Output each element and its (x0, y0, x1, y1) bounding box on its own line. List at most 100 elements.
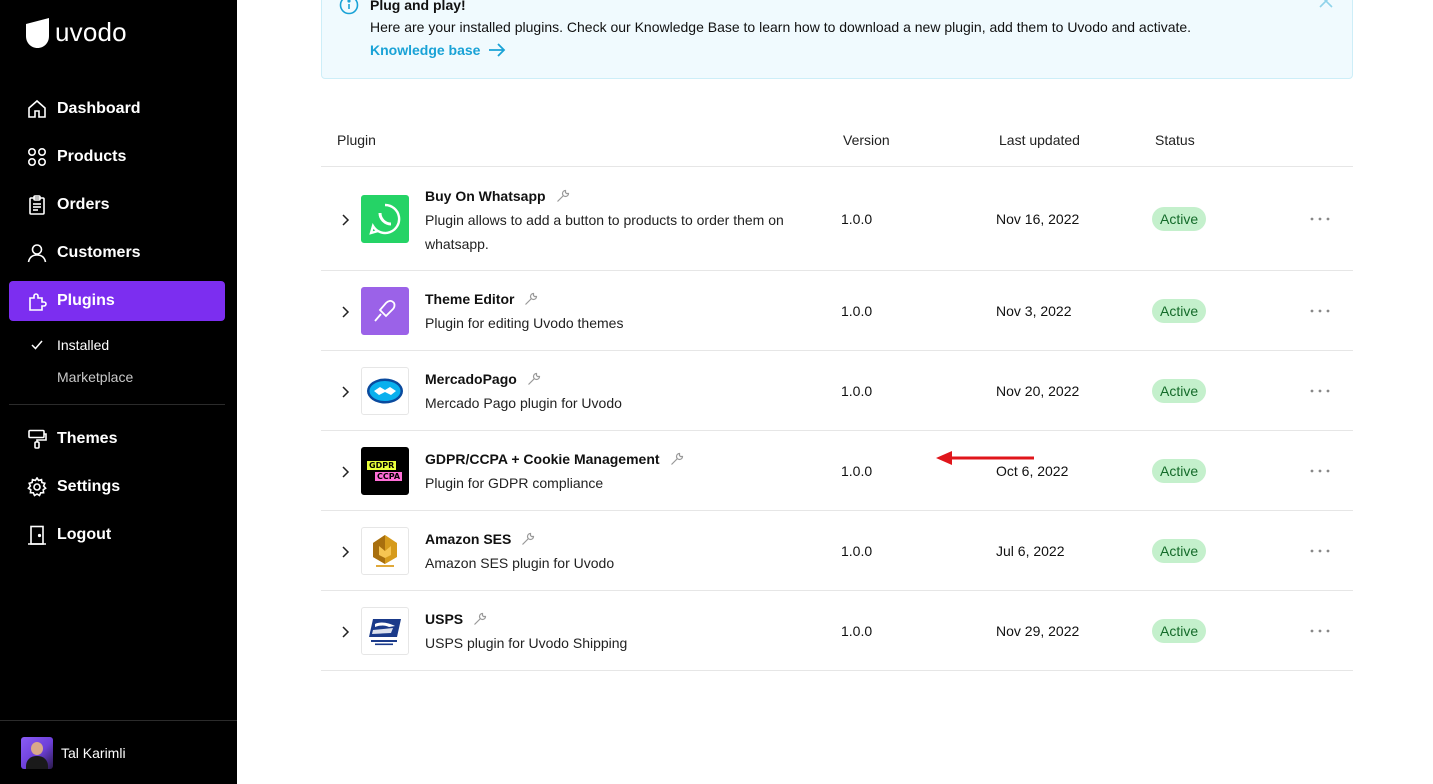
table-header: Plugin Version Last updated Status (321, 115, 1353, 167)
whatsapp-logo (361, 195, 409, 243)
more-options-icon[interactable] (1309, 214, 1331, 224)
user-profile[interactable]: Tal Karimli (0, 720, 237, 784)
status-badge: Active (1152, 459, 1207, 483)
plugin-version: 1.0.0 (841, 211, 873, 227)
nav-item-settings[interactable]: Settings (9, 467, 225, 507)
home-icon (26, 98, 48, 120)
chevron-right-icon[interactable] (339, 626, 351, 638)
more-options-icon[interactable] (1309, 466, 1331, 476)
nav-item-dashboard[interactable]: Dashboard (9, 89, 225, 129)
more-options-icon[interactable] (1309, 546, 1331, 556)
table-row[interactable]: MercadoPago Mercado Pago plugin for Uvod… (321, 351, 1353, 431)
nav-item-customers[interactable]: Customers (9, 233, 225, 273)
plugin-description: Plugin allows to add a button to product… (425, 212, 784, 252)
nav-label: Customers (57, 244, 141, 261)
header-updated: Last updated (999, 132, 1080, 148)
knowledge-base-label: Knowledge base (370, 42, 481, 58)
chevron-right-icon[interactable] (339, 306, 351, 318)
plugin-description: Plugin for GDPR compliance (425, 475, 604, 491)
wrench-icon[interactable] (556, 189, 570, 203)
plugin-version: 1.0.0 (841, 463, 873, 479)
more-options-icon[interactable] (1309, 626, 1331, 636)
status-badge: Active (1152, 207, 1207, 231)
plugin-name: Buy On Whatsapp (425, 188, 570, 204)
plugin-name-text: GDPR/CCPA + Cookie Management (425, 451, 660, 467)
table-row[interactable]: Theme Editor Plugin for editing Uvodo th… (321, 271, 1353, 351)
brand-name: uvodo (55, 17, 127, 47)
plugin-name: Theme Editor (425, 291, 538, 307)
info-banner: Plug and play! Here are your installed p… (321, 0, 1353, 79)
gdpr-logo-label-2: CCPA (375, 472, 403, 481)
nav-item-plugins[interactable]: Plugins (9, 281, 225, 321)
sidebar: uvodo Dashboard Products Orders Customer… (0, 0, 237, 784)
plugins-subnav: Installed Marketplace (9, 329, 225, 393)
status-badge: Active (1152, 379, 1207, 403)
plugin-name-text: Buy On Whatsapp (425, 188, 546, 204)
theme-editor-logo (361, 287, 409, 335)
gdpr-logo: GDPR CCPA (361, 447, 409, 495)
plugin-description: Mercado Pago plugin for Uvodo (425, 395, 622, 411)
nav-label: Settings (57, 478, 121, 495)
plugin-updated: Nov 3, 2022 (996, 303, 1072, 319)
status-badge: Active (1152, 539, 1207, 563)
table-row[interactable]: USPS USPS plugin for Uvodo Shipping 1.0.… (321, 591, 1353, 671)
plugin-name: GDPR/CCPA + Cookie Management (425, 451, 684, 467)
user-icon (26, 242, 48, 264)
gear-icon (26, 476, 48, 498)
nav-item-themes[interactable]: Themes (9, 419, 225, 459)
nav-label: Dashboard (57, 100, 141, 117)
main-nav: Dashboard Products Orders Customers Plug… (9, 89, 225, 563)
plugin-version: 1.0.0 (841, 303, 873, 319)
plugin-updated: Nov 20, 2022 (996, 383, 1080, 399)
plugin-description: USPS plugin for Uvodo Shipping (425, 635, 628, 651)
banner-text: Here are your installed plugins. Check o… (370, 19, 1192, 35)
plugin-description: Amazon SES plugin for Uvodo (425, 555, 615, 571)
nav-item-products[interactable]: Products (9, 137, 225, 177)
table-row[interactable]: Buy On Whatsapp Plugin allows to add a b… (321, 167, 1353, 271)
plugin-name-text: MercadoPago (425, 371, 517, 387)
clipboard-icon (26, 194, 48, 216)
header-version: Version (843, 132, 890, 148)
wrench-icon[interactable] (473, 612, 487, 626)
table-row[interactable]: Amazon SES Amazon SES plugin for Uvodo 1… (321, 511, 1353, 591)
plugin-updated: Jul 6, 2022 (996, 543, 1065, 559)
wrench-icon[interactable] (521, 532, 535, 546)
avatar (21, 736, 53, 769)
plugin-version: 1.0.0 (841, 623, 873, 639)
plugins-table: Plugin Version Last updated Status Buy O… (321, 115, 1353, 671)
plugin-name: USPS (425, 611, 487, 627)
more-options-icon[interactable] (1309, 306, 1331, 316)
status-badge: Active (1152, 619, 1207, 643)
gdpr-logo-label-1: GDPR (367, 461, 397, 470)
more-options-icon[interactable] (1309, 386, 1331, 396)
chevron-right-icon[interactable] (339, 466, 351, 478)
nav-item-orders[interactable]: Orders (9, 185, 225, 225)
plugin-version: 1.0.0 (841, 543, 873, 559)
chevron-right-icon[interactable] (339, 386, 351, 398)
subnav-label: Marketplace (57, 369, 134, 385)
door-icon (26, 524, 48, 546)
check-icon (31, 340, 57, 350)
wrench-icon[interactable] (524, 292, 538, 306)
brand-logo[interactable]: uvodo (26, 17, 127, 48)
nav-item-logout[interactable]: Logout (9, 515, 225, 555)
mercadopago-logo (361, 367, 409, 415)
subnav-item-marketplace[interactable]: Marketplace (9, 361, 225, 393)
chevron-right-icon[interactable] (339, 546, 351, 558)
subnav-label: Installed (57, 337, 110, 353)
wrench-icon[interactable] (670, 452, 684, 466)
close-icon[interactable] (1318, 0, 1334, 9)
wrench-icon[interactable] (527, 372, 541, 386)
subnav-item-installed[interactable]: Installed (9, 329, 225, 361)
knowledge-base-link[interactable]: Knowledge base (370, 42, 506, 58)
plugin-description: Plugin for editing Uvodo themes (425, 315, 624, 331)
grid-icon (26, 146, 48, 168)
nav-label: Products (57, 148, 127, 165)
chevron-right-icon[interactable] (339, 214, 351, 226)
table-row[interactable]: GDPR CCPA GDPR/CCPA + Cookie Management … (321, 431, 1353, 511)
user-name: Tal Karimli (61, 744, 126, 761)
plugin-name: MercadoPago (425, 371, 541, 387)
arrow-right-icon (489, 43, 506, 57)
plugin-name: Amazon SES (425, 531, 535, 547)
header-plugin: Plugin (337, 132, 376, 148)
